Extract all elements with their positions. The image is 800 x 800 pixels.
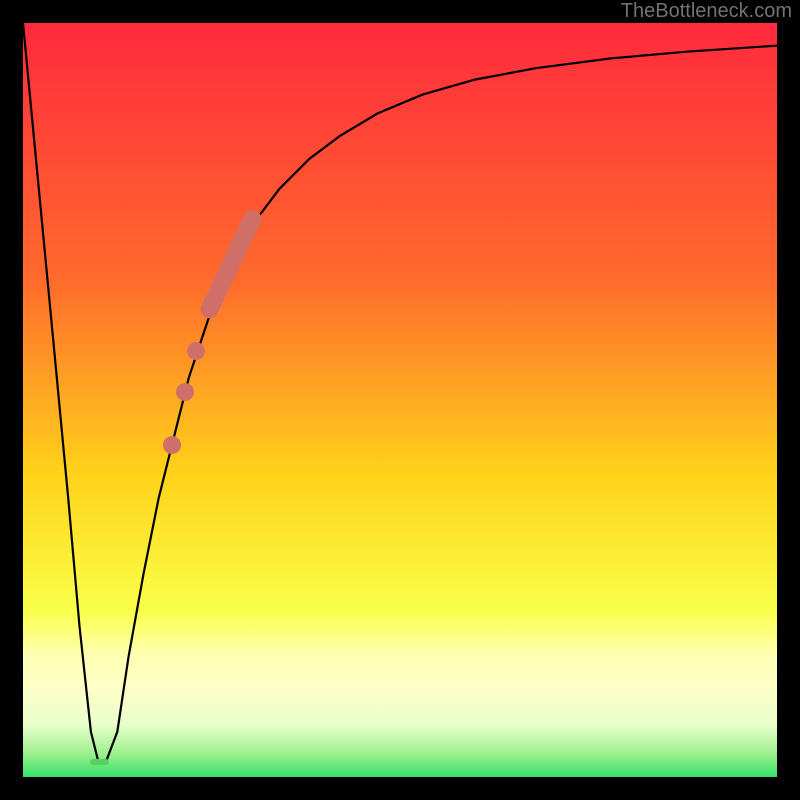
bottleneck-curve (23, 23, 777, 762)
highlight-dot (163, 436, 181, 454)
watermark-text: TheBottleneck.com (621, 0, 792, 23)
frame-left (0, 0, 23, 800)
chart-canvas: TheBottleneck.com (0, 0, 800, 800)
minimum-flat-marker (90, 759, 109, 765)
frame-right (777, 0, 800, 800)
plot-area (23, 23, 777, 777)
chart-svg (23, 23, 777, 777)
frame-bottom (0, 777, 800, 800)
